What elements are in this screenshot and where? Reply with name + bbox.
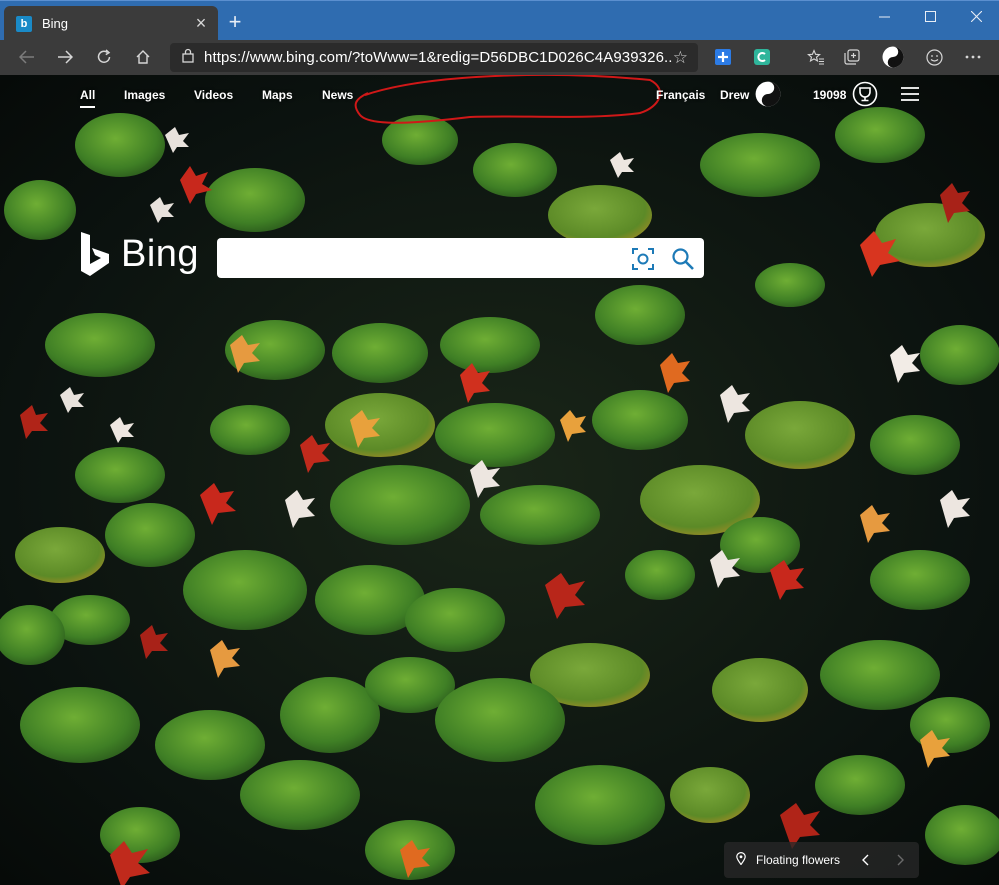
caption-text: Floating flowers xyxy=(756,853,841,867)
nav-news[interactable]: News xyxy=(322,88,353,102)
lock-icon[interactable] xyxy=(182,48,194,68)
bing-logo[interactable]: Bing xyxy=(79,232,199,276)
browser-toolbar: https://www.bing.com/?toWww=1&redig=D56D… xyxy=(0,40,999,75)
bing-homepage: All Images Videos Maps News Français Dre… xyxy=(0,75,999,885)
new-tab-icon[interactable]: + xyxy=(224,9,246,35)
bing-logo-text: Bing xyxy=(121,232,200,275)
profile-icon[interactable] xyxy=(882,46,904,68)
location-pin-icon xyxy=(736,852,746,868)
minimize-icon[interactable] xyxy=(861,1,907,31)
window-controls xyxy=(861,1,999,33)
bing-favicon-icon: b xyxy=(16,15,32,32)
rewards-points[interactable]: 19098 xyxy=(813,88,846,102)
forward-icon[interactable] xyxy=(46,42,84,72)
refresh-icon[interactable] xyxy=(85,42,123,72)
browser-tab[interactable]: b Bing × xyxy=(4,6,218,41)
nav-maps[interactable]: Maps xyxy=(262,88,293,102)
url-text[interactable]: https://www.bing.com/?toWww=1&redig=D56D… xyxy=(204,49,673,66)
favorite-star-icon[interactable]: ☆ xyxy=(673,48,688,68)
favorites-icon[interactable] xyxy=(805,46,827,68)
collections-icon[interactable] xyxy=(841,46,863,68)
image-caption[interactable]: Floating flowers xyxy=(724,842,919,878)
extension-icon[interactable] xyxy=(751,46,773,68)
more-icon[interactable] xyxy=(962,46,984,68)
user-name[interactable]: Drew xyxy=(720,88,749,102)
title-bar: b Bing × + xyxy=(0,0,999,41)
chevron-right-icon[interactable] xyxy=(897,854,905,869)
address-bar[interactable]: https://www.bing.com/?toWww=1&redig=D56D… xyxy=(170,43,698,72)
tab-title: Bing xyxy=(42,16,69,31)
nav-videos[interactable]: Videos xyxy=(194,88,233,102)
close-window-icon[interactable] xyxy=(953,1,999,31)
back-icon[interactable] xyxy=(8,42,46,72)
rewards-icon[interactable] xyxy=(852,81,878,112)
bing-logo-icon xyxy=(81,232,109,276)
menu-icon[interactable] xyxy=(901,87,919,106)
nav-all[interactable]: All xyxy=(80,88,96,108)
tab-close-icon[interactable]: × xyxy=(192,13,210,34)
search-icon[interactable] xyxy=(671,247,695,276)
search-box[interactable] xyxy=(217,238,704,278)
background-image xyxy=(0,75,999,885)
maximize-icon[interactable] xyxy=(907,1,953,31)
avatar[interactable] xyxy=(755,81,781,112)
red-annotation-circle xyxy=(354,75,662,124)
language-link[interactable]: Français xyxy=(656,88,705,102)
search-input[interactable] xyxy=(217,238,617,278)
visual-search-icon[interactable] xyxy=(631,247,655,276)
extension-icon[interactable] xyxy=(712,46,734,68)
nav-images[interactable]: Images xyxy=(124,88,165,102)
home-icon[interactable] xyxy=(124,42,162,72)
chevron-left-icon[interactable] xyxy=(861,854,869,869)
emoji-icon[interactable] xyxy=(923,46,945,68)
